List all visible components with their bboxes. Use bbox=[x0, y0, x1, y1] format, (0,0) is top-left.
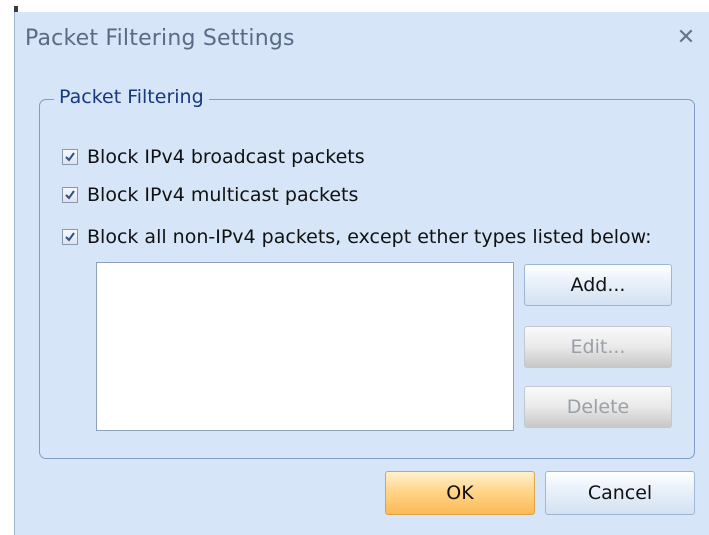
dialog-title: Packet Filtering Settings bbox=[25, 26, 295, 51]
broadcast-checkbox[interactable] bbox=[62, 149, 78, 165]
ether-types-listbox[interactable] bbox=[96, 262, 514, 431]
packet-filtering-group: Packet Filtering Block IPv4 broadcast pa… bbox=[39, 86, 695, 459]
checkbox-row-broadcast[interactable]: Block IPv4 broadcast packets bbox=[62, 144, 365, 170]
non-ipv4-checkbox[interactable] bbox=[62, 229, 78, 245]
ok-button[interactable]: OK bbox=[385, 471, 535, 515]
checkmark-icon bbox=[65, 152, 75, 162]
broadcast-checkbox-label: Block IPv4 broadcast packets bbox=[87, 146, 365, 168]
close-icon[interactable]: ✕ bbox=[672, 24, 700, 52]
edit-button[interactable]: Edit... bbox=[524, 326, 672, 368]
multicast-checkbox[interactable] bbox=[62, 187, 78, 203]
delete-button[interactable]: Delete bbox=[524, 386, 672, 428]
checkmark-icon bbox=[65, 232, 75, 242]
cancel-button[interactable]: Cancel bbox=[545, 471, 695, 515]
checkbox-row-non-ipv4[interactable]: Block all non-IPv4 packets, except ether… bbox=[62, 224, 652, 250]
checkmark-icon bbox=[65, 190, 75, 200]
dialog-titlebar[interactable]: Packet Filtering Settings ✕ bbox=[15, 12, 709, 70]
screenshot-canvas: Packet Filtering Settings ✕ Packet Filte… bbox=[0, 0, 709, 535]
packet-filtering-dialog: Packet Filtering Settings ✕ Packet Filte… bbox=[14, 12, 709, 535]
checkbox-row-multicast[interactable]: Block IPv4 multicast packets bbox=[62, 182, 358, 208]
group-legend: Packet Filtering bbox=[54, 86, 209, 108]
non-ipv4-checkbox-label: Block all non-IPv4 packets, except ether… bbox=[87, 226, 652, 248]
multicast-checkbox-label: Block IPv4 multicast packets bbox=[87, 184, 359, 206]
add-button[interactable]: Add... bbox=[524, 264, 672, 306]
